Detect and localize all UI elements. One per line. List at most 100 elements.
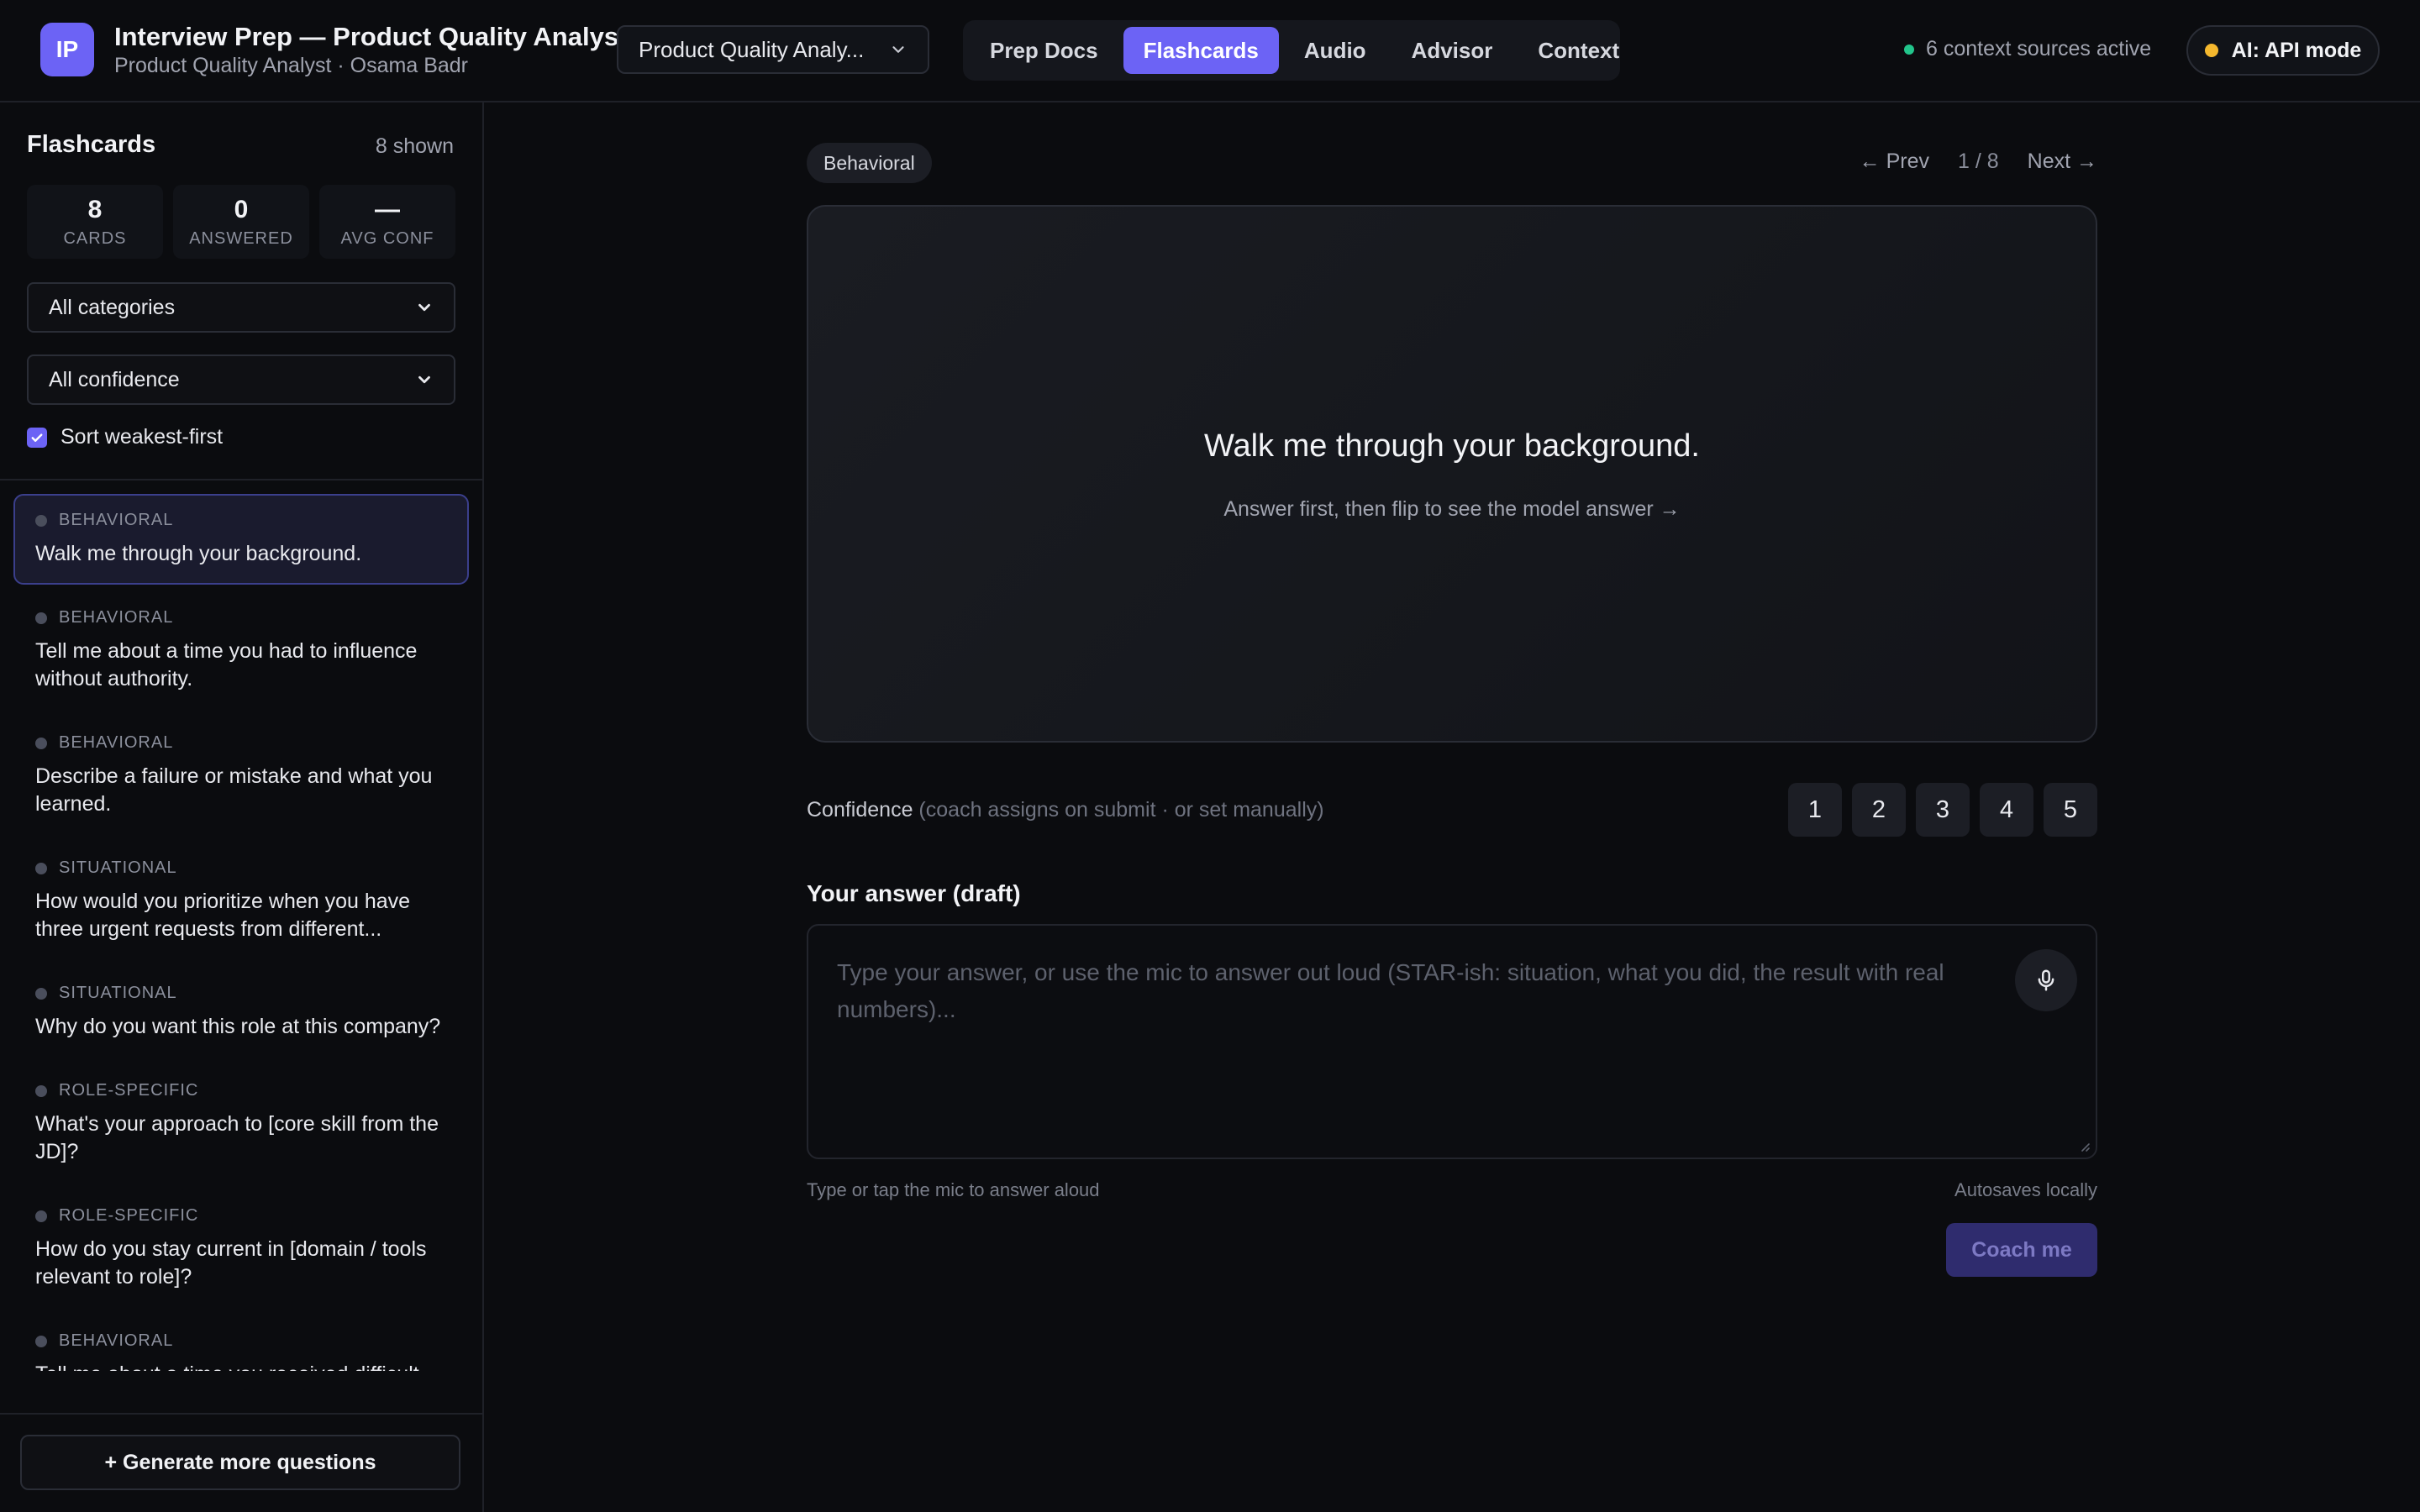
confidence-dot-icon	[35, 737, 47, 749]
question-category: Behavioral	[59, 608, 174, 627]
app-logo: IP	[40, 23, 94, 76]
category-filter-select[interactable]: All categories	[27, 282, 455, 333]
status-dot-icon	[1904, 44, 1914, 55]
mic-button[interactable]	[2015, 949, 2077, 1011]
card-position: 1 / 8	[1957, 150, 1999, 173]
sort-label: Sort weakest-first	[60, 425, 224, 449]
top-header: IP Interview Prep — Product Quality Anal…	[0, 0, 2420, 102]
resize-handle-icon[interactable]	[2077, 1139, 2091, 1152]
question-category: Behavioral	[59, 1331, 174, 1350]
question-list-item[interactable]: Behavioral Walk me through your backgrou…	[13, 494, 469, 585]
tab-flashcards[interactable]: Flashcards	[1123, 27, 1279, 74]
check-icon	[31, 433, 43, 442]
tab-audio[interactable]: Audio	[1284, 27, 1386, 74]
stat-answered: 0 ANSWERED	[173, 185, 309, 259]
answer-hint: Type or tap the mic to answer aloud	[807, 1179, 1100, 1200]
stat-label: AVG CONF	[340, 228, 434, 248]
stat-value: 8	[87, 195, 103, 223]
confidence-buttons: 1 2 3 4 5	[1788, 783, 2097, 837]
question-category: Situational	[59, 984, 177, 1002]
chevron-down-icon	[892, 46, 904, 53]
question-text: Why do you want this role at this compan…	[35, 1015, 441, 1038]
question-list-item[interactable]: Behavioral Describe a failure or mistake…	[13, 717, 469, 835]
confidence-dot-icon	[35, 987, 47, 1000]
question-list-item[interactable]: Role-specific What's your approach to [c…	[13, 1064, 469, 1183]
card-pager: ← Prev 1 / 8 Next →	[1860, 150, 2097, 174]
question-text: Walk me through your background.	[35, 542, 362, 565]
confidence-filter-value: All confidence	[49, 367, 180, 391]
confidence-dot-icon	[35, 1084, 47, 1097]
profile-select[interactable]: Product Quality Analy...	[617, 25, 929, 74]
question-category: Role-specific	[59, 1081, 199, 1100]
card-category-badge: Behavioral	[807, 143, 932, 183]
ai-status-dot-icon	[2204, 44, 2218, 57]
autosave-note: Autosaves locally	[1954, 1179, 2097, 1200]
sidebar-footer-divider	[0, 1413, 482, 1415]
answer-textarea[interactable]: Type your answer, or use the mic to answ…	[807, 924, 2097, 1159]
context-status-text: 6 context sources active	[1926, 37, 2152, 60]
context-status: 6 context sources active	[1904, 37, 2151, 61]
answer-placeholder: Type your answer, or use the mic to answ…	[837, 959, 1944, 1022]
flip-hint: Answer first, then flip to see the model…	[1223, 497, 1681, 521]
stat-label: ANSWERED	[189, 228, 293, 248]
flashcards-sidebar: Flashcards 8 shown 8 CARDS 0 ANSWERED — …	[0, 102, 484, 1512]
stat-value: —	[375, 195, 400, 223]
answer-title: Your answer (draft)	[807, 880, 1021, 906]
main-tabs: Prep Docs Flashcards Audio Advisor Conte…	[963, 20, 1620, 81]
question-text: Describe a failure or mistake and what y…	[35, 764, 433, 816]
prev-button[interactable]: ← Prev	[1860, 150, 1929, 174]
question-category: Behavioral	[59, 733, 174, 752]
question-list-item[interactable]: Situational How would you prioritize whe…	[13, 842, 469, 960]
question-category: Role-specific	[59, 1206, 199, 1225]
coach-me-button[interactable]: Coach me	[1946, 1223, 2097, 1277]
confidence-dot-icon	[35, 612, 47, 624]
confidence-dot-icon	[35, 1210, 47, 1222]
flashcard[interactable]: Walk me through your background. Answer …	[807, 205, 2097, 743]
chevron-down-icon	[418, 375, 430, 384]
stat-label: CARDS	[63, 228, 127, 248]
confidence-2-button[interactable]: 2	[1852, 783, 1906, 837]
flashcard-question: Walk me through your background.	[1203, 428, 1700, 464]
confidence-dot-icon	[35, 1335, 47, 1347]
confidence-label: Confidence	[807, 798, 913, 822]
app-subtitle: Product Quality Analyst · Osama Badr	[114, 54, 469, 77]
tab-advisor[interactable]: Advisor	[1392, 27, 1513, 74]
question-list-item[interactable]: Behavioral Tell me about a time you had …	[13, 591, 469, 710]
confidence-4-button[interactable]: 4	[1980, 783, 2033, 837]
question-list: Behavioral Walk me through your backgrou…	[13, 494, 469, 1371]
next-button[interactable]: Next →	[2028, 150, 2097, 174]
confidence-row: Confidence (coach assigns on submit · or…	[807, 798, 1324, 822]
confidence-dot-icon	[35, 514, 47, 527]
confidence-filter-select[interactable]: All confidence	[27, 354, 455, 405]
sort-checkbox[interactable]	[27, 427, 47, 448]
stat-avg-conf: — AVG CONF	[319, 185, 455, 259]
generate-questions-button[interactable]: + Generate more questions	[20, 1435, 460, 1490]
stat-value: 0	[234, 195, 249, 223]
confidence-1-button[interactable]: 1	[1788, 783, 1842, 837]
question-list-item[interactable]: Situational Why do you want this role at…	[13, 967, 469, 1058]
tab-context[interactable]: Context	[1518, 27, 1639, 74]
question-text: Tell me about a time you received diffic…	[35, 1361, 447, 1371]
question-text: How would you prioritize when you have t…	[35, 890, 411, 941]
stat-cards: 8 CARDS	[27, 185, 163, 259]
profile-select-value: Product Quality Analy...	[639, 36, 865, 62]
confidence-5-button[interactable]: 5	[2044, 783, 2097, 837]
ai-mode-text: AI: API mode	[2231, 38, 2362, 62]
stats-row: 8 CARDS 0 ANSWERED — AVG CONF	[27, 185, 455, 259]
question-category: Situational	[59, 858, 177, 877]
chevron-down-icon	[418, 303, 430, 312]
question-list-item[interactable]: Role-specific How do you stay current in…	[13, 1189, 469, 1308]
question-text: How do you stay current in [domain / too…	[35, 1237, 427, 1289]
mic-icon	[2038, 969, 2054, 991]
ai-mode-badge[interactable]: AI: API mode	[2186, 25, 2380, 76]
confidence-dot-icon	[35, 862, 47, 874]
app-window: IP Interview Prep — Product Quality Anal…	[0, 0, 2420, 1512]
app-title: Interview Prep — Product Quality Analyst	[114, 22, 628, 51]
confidence-3-button[interactable]: 3	[1916, 783, 1970, 837]
tab-prep-docs[interactable]: Prep Docs	[970, 27, 1118, 74]
sort-weakest-toggle[interactable]: Sort weakest-first	[27, 425, 223, 449]
question-category: Behavioral	[59, 511, 174, 529]
question-list-item[interactable]: Behavioral Tell me about a time you rece…	[13, 1315, 469, 1371]
shown-count: 8 shown	[375, 134, 454, 158]
sidebar-title: Flashcards	[27, 131, 156, 158]
